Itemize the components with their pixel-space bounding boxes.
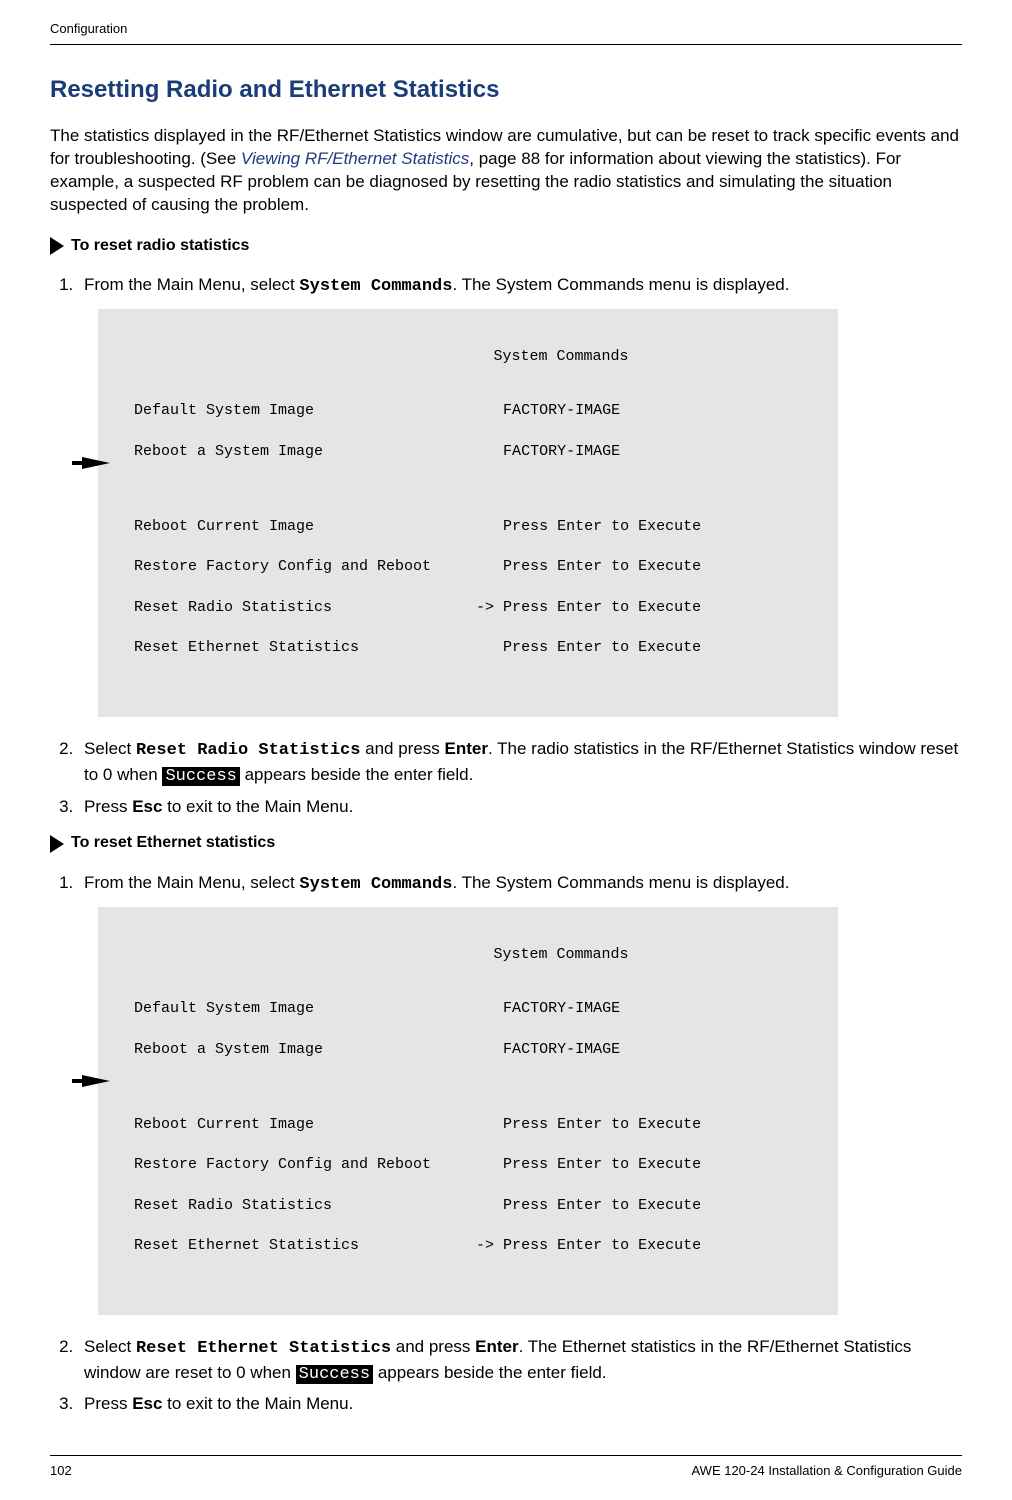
key-name: Esc [132,1394,162,1413]
terminal-line: Reboot Current Image Press Enter to Exec… [134,1115,818,1135]
terminal-line: Reset Radio Statistics Press Enter to Ex… [134,1196,818,1216]
terminal-line: Reboot a System Image FACTORY-IMAGE [134,1040,818,1060]
step-item: Press Esc to exit to the Main Menu. [78,795,962,819]
step-text: . The System Commands menu is displayed. [452,275,789,294]
step-text: to exit to the Main Menu. [162,797,353,816]
step-text: Press [84,797,132,816]
step-text: and press [360,739,444,758]
step-item: From the Main Menu, select System Comman… [78,273,962,717]
callout-arrow-icon [82,457,110,469]
terminal-line: Default System Image FACTORY-IMAGE [134,999,818,1019]
step-item: From the Main Menu, select System Comman… [78,871,962,1315]
cross-ref-link[interactable]: Viewing RF/Ethernet Statistics [241,149,469,168]
procedure-heading-ethernet: To reset Ethernet statistics [50,832,962,854]
success-indicator: Success [162,767,239,786]
step-text: appears beside the enter field. [373,1363,606,1382]
step-text: and press [391,1337,475,1356]
command-text: System Commands [299,875,452,894]
procedure-title-radio: To reset radio statistics [71,235,249,257]
procedure-title-ethernet: To reset Ethernet statistics [71,832,275,854]
step-item: Select Reset Radio Statistics and press … [78,737,962,789]
terminal-line: Reset Ethernet Statistics Press Enter to… [134,638,818,658]
step-text: Press [84,1394,132,1413]
step-text: . The System Commands menu is displayed. [452,873,789,892]
key-name: Enter [445,739,488,758]
command-text: System Commands [299,277,452,296]
step-text: appears beside the enter field. [240,765,473,784]
step-text: to exit to the Main Menu. [162,1394,353,1413]
terminal-title: System Commands [134,347,818,381]
terminal-block-radio: System Commands Default System Image FAC… [84,309,962,717]
step-text: From the Main Menu, select [84,873,299,892]
procedure-arrow-icon [50,237,64,255]
key-name: Enter [475,1337,518,1356]
callout-arrow-icon [82,1075,110,1087]
terminal-line: Default System Image FACTORY-IMAGE [134,401,818,421]
page-title: Resetting Radio and Ethernet Statistics [50,73,962,107]
terminal-content: System Commands Default System Image FAC… [98,907,838,1315]
step-item: Press Esc to exit to the Main Menu. [78,1392,962,1416]
terminal-line: Reset Ethernet Statistics -> Press Enter… [134,1236,818,1256]
key-name: Esc [132,797,162,816]
terminal-line: Reset Radio Statistics -> Press Enter to… [134,598,818,618]
step-text: Select [84,1337,136,1356]
terminal-line: Restore Factory Config and Reboot Press … [134,557,818,577]
procedure-arrow-icon [50,835,64,853]
step-text: From the Main Menu, select [84,275,299,294]
command-text: Reset Ethernet Statistics [136,1339,391,1358]
terminal-line: Restore Factory Config and Reboot Press … [134,1155,818,1175]
terminal-block-ethernet: System Commands Default System Image FAC… [84,907,962,1315]
page-footer: 102 AWE 120-24 Installation & Configurat… [50,1455,962,1480]
terminal-line: Reboot Current Image Press Enter to Exec… [134,517,818,537]
step-text: Select [84,739,136,758]
terminal-line: Reboot a System Image FACTORY-IMAGE [134,442,818,462]
page-number: 102 [50,1462,72,1480]
success-indicator: Success [296,1365,373,1384]
running-header: Configuration [50,20,962,45]
document-title: AWE 120-24 Installation & Configuration … [691,1462,962,1480]
terminal-title: System Commands [134,945,818,979]
intro-paragraph: The statistics displayed in the RF/Ether… [50,125,962,217]
procedure-heading-radio: To reset radio statistics [50,235,962,257]
terminal-content: System Commands Default System Image FAC… [98,309,838,717]
steps-list-ethernet: From the Main Menu, select System Comman… [50,871,962,1416]
step-item: Select Reset Ethernet Statistics and pre… [78,1335,962,1387]
steps-list-radio: From the Main Menu, select System Comman… [50,273,962,818]
command-text: Reset Radio Statistics [136,741,360,760]
